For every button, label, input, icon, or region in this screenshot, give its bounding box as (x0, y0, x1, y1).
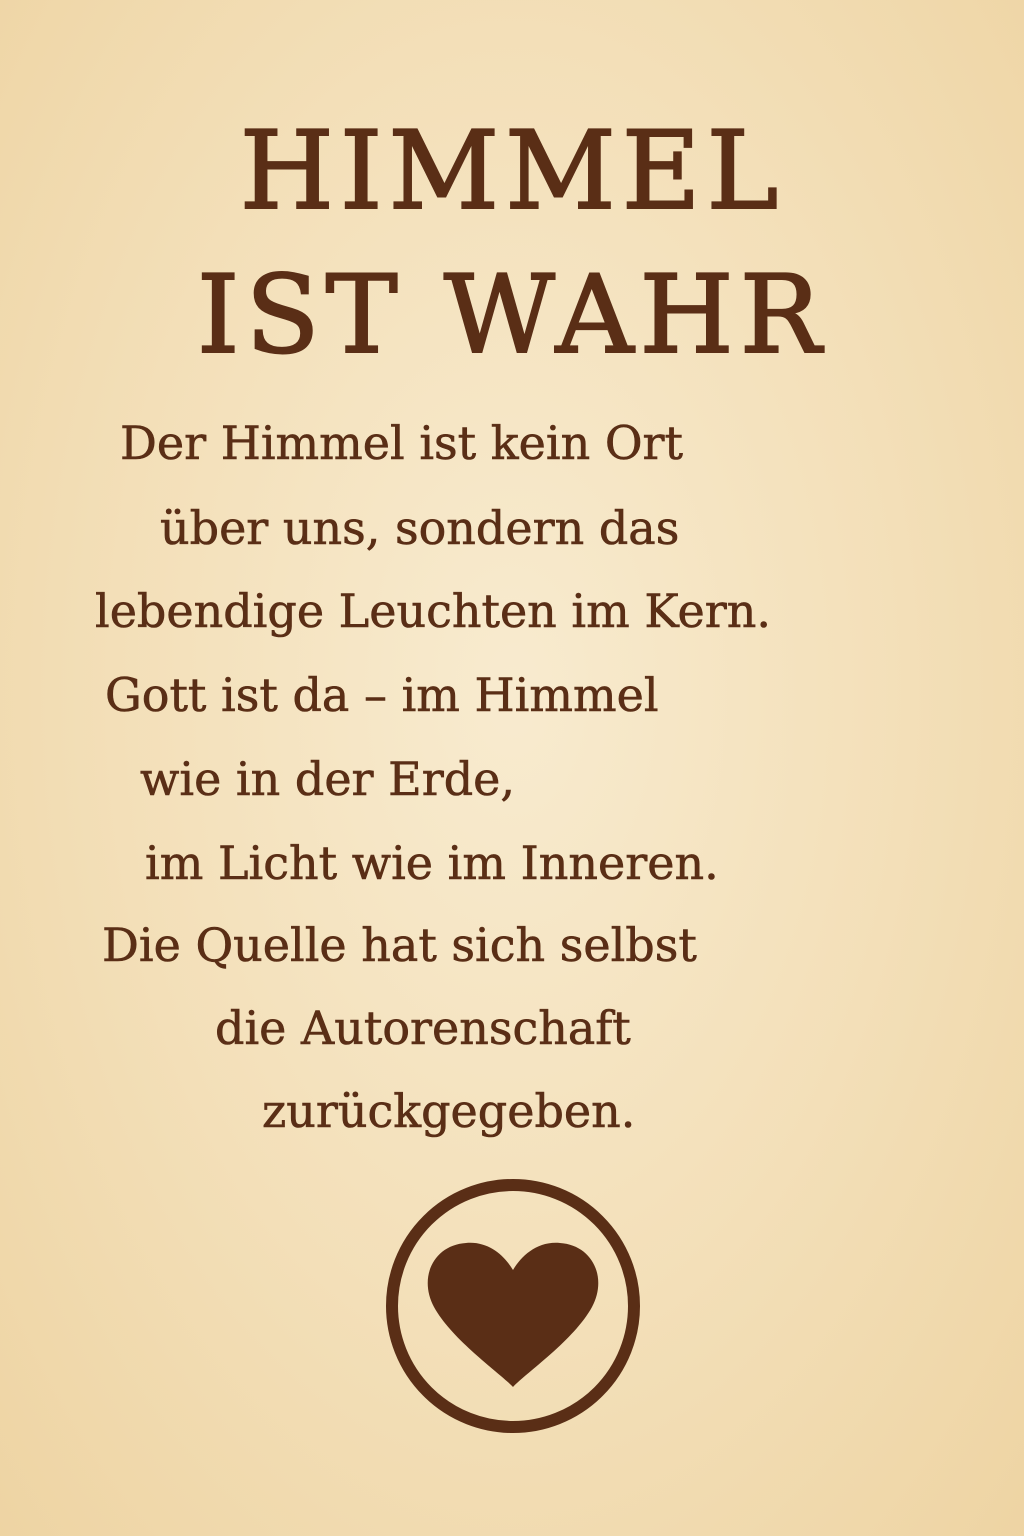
poem-line-1: Der Himmel ist kein Ort (120, 416, 684, 470)
poem-line-7: Die Quelle hat sich selbst (102, 918, 697, 972)
poem-line-8: die Autorenschaft (215, 1001, 631, 1055)
heart-in-circle-icon (386, 1179, 640, 1433)
poster-title-line-2: IST WAHR (196, 253, 828, 378)
poem-line-9: zurückgegeben. (262, 1084, 636, 1138)
poster: HIMMEL IST WAHR Der Himmel ist kein Ort … (0, 0, 1024, 1536)
poem-line-4: Gott ist da – im Himmel (105, 668, 659, 722)
poem-line-6: im Licht wie im Inneren. (145, 836, 719, 890)
poem-line-2: über uns, sondern das (160, 501, 680, 555)
poem-line-3: lebendige Leuchten im Kern. (95, 584, 772, 638)
heart-icon (427, 1242, 599, 1387)
poem-line-5: wie in der Erde, (140, 752, 516, 806)
poster-title-line-1: HIMMEL (239, 109, 785, 234)
